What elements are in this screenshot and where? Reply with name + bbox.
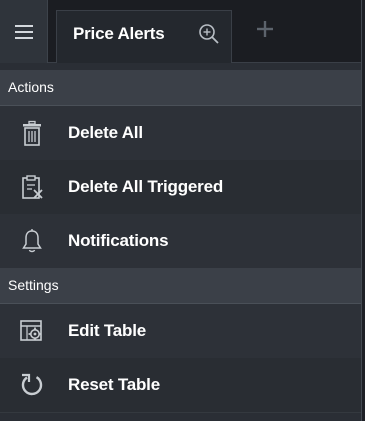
price-alerts-panel: Price Alerts Actions Delete All Delete A… — [0, 0, 362, 421]
zoom-in-icon[interactable] — [197, 22, 221, 46]
reset-icon — [21, 373, 43, 396]
menu-item-label: Delete All — [68, 123, 143, 142]
section-title-actions: Actions — [8, 79, 54, 95]
menu-item-label: Notifications — [68, 231, 169, 250]
tab-bar: Price Alerts — [0, 0, 361, 63]
tab-price-alerts[interactable]: Price Alerts — [56, 10, 232, 63]
section-header-actions: Actions — [0, 70, 361, 106]
menu-item-label: Reset Table — [68, 375, 160, 394]
tab-price-alerts-label: Price Alerts — [73, 24, 165, 43]
menu-item-notifications[interactable]: Notifications — [0, 214, 361, 268]
clipboard-delete-icon — [22, 175, 43, 199]
menu-item-label: Delete All Triggered — [68, 177, 224, 196]
menu-item-label: Edit Table — [68, 321, 146, 340]
trash-icon — [23, 120, 41, 146]
menu-item-delete-all-triggered[interactable]: Delete All Triggered — [0, 160, 361, 214]
menu-button[interactable] — [0, 0, 48, 63]
menu-item-delete-all[interactable]: Delete All — [0, 106, 361, 160]
menu-item-edit-table[interactable]: Edit Table — [0, 304, 361, 358]
menu-item-reset-table[interactable]: Reset Table — [0, 358, 361, 412]
plus-icon[interactable] — [250, 14, 280, 44]
section-header-settings: Settings — [0, 268, 361, 304]
section-title-settings: Settings — [8, 277, 59, 293]
table-gear-icon — [20, 320, 42, 341]
bottom-divider — [0, 412, 361, 413]
bell-icon — [22, 229, 42, 253]
hamburger-menu-icon — [14, 24, 33, 39]
